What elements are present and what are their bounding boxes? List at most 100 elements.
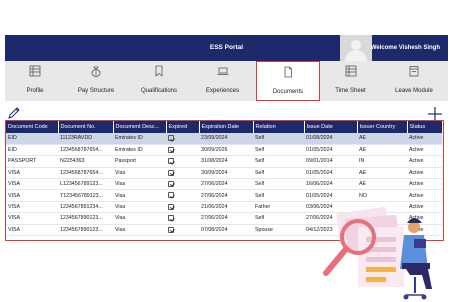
cell-issue-date: 01/05/2024 — [304, 144, 357, 157]
cell-issuer-country: NO — [357, 189, 407, 202]
cell-issue-date: 01/08/2024 — [304, 133, 357, 145]
cell-document-code: VISA — [6, 224, 58, 237]
cell-document-code: VISA — [6, 189, 58, 202]
cell-status: Active — [407, 167, 442, 180]
expired-checkbox[interactable] — [168, 226, 174, 233]
money-bag-icon — [90, 65, 102, 77]
list-icon — [345, 65, 357, 77]
expired-checkbox[interactable] — [168, 135, 174, 142]
cell-document-no: 1234568787654... — [58, 144, 113, 157]
cell-document-code: EID — [6, 133, 58, 145]
tab-pay-structure[interactable]: Pay Structure — [65, 61, 127, 101]
tab-label: Pay Structure — [77, 88, 115, 94]
avatar-head — [351, 40, 361, 50]
cell-expiration-date: 23/09/2024 — [199, 133, 253, 145]
cell-expired — [166, 212, 199, 225]
cell-status: Active — [407, 144, 442, 157]
cell-relation: Self — [253, 178, 304, 191]
avatar-body — [345, 50, 367, 61]
search-illustration — [318, 206, 452, 302]
cell-document-desc: Visa — [113, 224, 166, 237]
cell-expired — [166, 144, 199, 157]
cell-issuer-country: IN — [357, 155, 407, 168]
cell-relation: Self — [253, 189, 304, 202]
cell-expiration-date: 27/06/2024 — [199, 189, 253, 202]
expired-checkbox[interactable] — [168, 215, 174, 222]
tab-time-sheet[interactable]: Time Sheet — [321, 61, 380, 101]
cell-status: Active — [407, 155, 442, 168]
tab-label: Documents — [272, 89, 304, 95]
cell-issue-date: 01/05/2024 — [304, 167, 357, 180]
cell-expiration-date: 21/06/2024 — [199, 201, 253, 214]
cell-document-desc: Passport — [113, 155, 166, 168]
tab-label: Qualifications — [140, 88, 178, 94]
table-header-row: Document Code Document No. Document Desc… — [6, 121, 443, 133]
column-header[interactable]: Issue Date — [304, 121, 358, 133]
bookmark-icon — [153, 65, 165, 77]
cell-issuer-country: AE — [357, 133, 407, 145]
table-row[interactable]: EID 11123RAVDD Emirates ID 23/09/2024 Se… — [6, 133, 442, 145]
column-header[interactable]: Document Code — [6, 121, 59, 133]
tab-profile[interactable]: Profile — [5, 61, 65, 101]
column-header[interactable]: Document No. — [58, 121, 114, 133]
tab-label: Experiences — [205, 88, 240, 94]
list-icon — [29, 65, 41, 77]
cell-status: Active — [407, 178, 442, 191]
cell-relation: Self — [253, 144, 304, 157]
cell-relation: Self — [253, 167, 304, 180]
cell-expired — [166, 133, 199, 145]
welcome-text: Welcome Vishesh Singh — [370, 45, 440, 51]
pencil-icon[interactable] — [7, 106, 21, 120]
column-header[interactable]: Relation — [253, 121, 305, 133]
tab-documents[interactable]: Documents — [256, 61, 320, 101]
cell-document-code: EID — [6, 144, 58, 157]
cell-issuer-country: AE — [357, 178, 407, 191]
cell-document-no: L123456789123... — [58, 178, 113, 191]
column-header[interactable]: Status — [407, 121, 443, 133]
table-row[interactable]: PASSPORT N2254363 Passport 31/08/2024 Se… — [6, 155, 442, 168]
expired-checkbox[interactable] — [168, 203, 174, 210]
tab-label: Leave Module — [395, 88, 433, 94]
tab-qualifications[interactable]: Qualifications — [127, 61, 191, 101]
cell-expiration-date: 27/06/2024 — [199, 212, 253, 225]
laptop-icon — [217, 65, 229, 77]
expired-checkbox[interactable] — [168, 181, 174, 188]
table-row[interactable]: VISA 1234568787654... Visa 30/09/2024 Se… — [6, 167, 442, 180]
cell-document-desc: Emirates ID — [113, 133, 166, 145]
expired-checkbox[interactable] — [168, 158, 174, 165]
column-header[interactable]: Expiration Date — [199, 121, 254, 133]
cell-expired — [166, 155, 199, 168]
table-row[interactable]: VISA L123456789123... Visa 27/06/2024 Se… — [6, 178, 442, 191]
module-nav: Profile Pay Structure Qualifications Exp… — [5, 61, 448, 101]
column-header[interactable]: Issuer Country — [357, 121, 408, 133]
cell-expiration-date: 30/09/2026 — [199, 144, 253, 157]
calendar-icon — [408, 65, 420, 77]
person-illustration — [400, 218, 432, 300]
cell-relation: Self — [253, 155, 304, 168]
cell-expired — [166, 167, 199, 180]
tab-label: Profile — [26, 88, 44, 94]
cell-document-code: VISA — [6, 178, 58, 191]
tab-leave-module[interactable]: Leave Module — [380, 61, 448, 101]
expired-checkbox[interactable] — [168, 169, 174, 176]
cell-issuer-country: AE — [357, 144, 407, 157]
document-icon — [282, 66, 294, 78]
cell-relation: Father — [253, 201, 304, 214]
column-header[interactable]: Document Desc... — [113, 121, 167, 133]
cell-document-desc: Visa — [113, 201, 166, 214]
tab-experiences[interactable]: Experiences — [191, 61, 254, 101]
cell-relation: Spouse — [253, 224, 304, 237]
cell-expiration-date: 07/08/2024 — [199, 224, 253, 237]
table-row[interactable]: EID 1234568787654... Emirates ID 30/09/2… — [6, 144, 442, 157]
cell-document-desc: Emirates ID — [113, 144, 166, 157]
cell-document-desc: Visa — [113, 167, 166, 180]
table-row[interactable]: VISA T123456789123... Visa 27/06/2024 Se… — [6, 189, 442, 202]
app-header: ESS Portal Welcome Vishesh Singh — [5, 35, 448, 61]
avatar[interactable] — [340, 35, 372, 61]
cell-document-desc: Visa — [113, 189, 166, 202]
expired-checkbox[interactable] — [168, 146, 174, 153]
cell-document-desc: Visa — [113, 178, 166, 191]
expired-checkbox[interactable] — [168, 192, 174, 199]
column-header[interactable]: Expired — [166, 121, 200, 133]
cell-document-code: PASSPORT — [6, 155, 58, 168]
